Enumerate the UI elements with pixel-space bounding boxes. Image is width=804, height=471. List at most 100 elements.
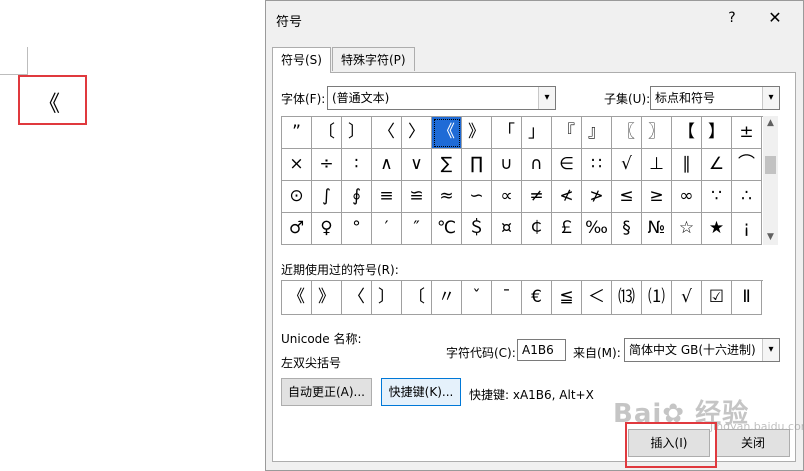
symbol-cell[interactable]: ∫ bbox=[312, 181, 342, 213]
symbol-cell[interactable]: 〖 bbox=[612, 117, 642, 149]
symbol-cell[interactable]: 》 bbox=[462, 117, 492, 149]
symbol-cell[interactable]: 〉 bbox=[402, 117, 432, 149]
subset-select[interactable]: 标点和符号 ▾ bbox=[650, 86, 780, 110]
symbol-grid-row: ” 〔〕〈〉《》「」『』〖〗【】 ± bbox=[282, 117, 763, 149]
symbol-cell[interactable]: ” bbox=[282, 117, 312, 149]
recent-symbol-cell[interactable]: 《 bbox=[282, 281, 312, 315]
symbol-cell[interactable]: ♀ bbox=[312, 213, 342, 245]
symbol-cell[interactable]: ≠ bbox=[522, 181, 552, 213]
symbol-cell[interactable]: ‰ bbox=[582, 213, 612, 245]
symbol-cell[interactable]: 〔 bbox=[312, 117, 342, 149]
recent-symbol-cell[interactable]: ≦ bbox=[552, 281, 582, 315]
close-icon[interactable]: ✕ bbox=[764, 7, 786, 29]
symbol-cell-selected[interactable]: 《 bbox=[432, 117, 462, 149]
symbol-cell[interactable]: ∏ bbox=[462, 149, 492, 181]
recent-symbol-cell[interactable]: ⒀ bbox=[612, 281, 642, 315]
scroll-down-icon[interactable]: ▼ bbox=[763, 230, 778, 245]
symbol-cell[interactable]: 『 bbox=[552, 117, 582, 149]
symbol-cell[interactable]: ≥ bbox=[642, 181, 672, 213]
recent-symbol-cell[interactable]: 〔 bbox=[402, 281, 432, 315]
symbol-cell[interactable]: ∷ bbox=[582, 149, 612, 181]
symbol-cell[interactable]: ∴ bbox=[732, 181, 762, 213]
symbol-cell[interactable]: 』 bbox=[582, 117, 612, 149]
symbol-cell[interactable]: ℃ bbox=[432, 213, 462, 245]
symbol-cell[interactable]: ∞ bbox=[672, 181, 702, 213]
tab-symbols[interactable]: 符号(S) bbox=[272, 47, 331, 73]
recent-symbol-cell[interactable]: 〈 bbox=[342, 281, 372, 315]
scroll-thumb[interactable] bbox=[765, 156, 776, 174]
symbol-cell[interactable]: ∮ bbox=[342, 181, 372, 213]
recent-symbol-cell[interactable]: € bbox=[522, 281, 552, 315]
shortcut-key-button[interactable]: 快捷键(K)... bbox=[381, 378, 461, 406]
symbol-cell[interactable]: ° bbox=[342, 213, 372, 245]
symbol-cell[interactable]: ￠ bbox=[522, 213, 552, 245]
symbol-cell[interactable]: 【 bbox=[672, 117, 702, 149]
symbol-cell[interactable]: ¡ bbox=[732, 213, 762, 245]
recent-symbol-cell[interactable]: ＜ bbox=[582, 281, 612, 315]
scroll-up-icon[interactable]: ▲ bbox=[763, 116, 778, 131]
symbol-cell[interactable]: √ bbox=[612, 149, 642, 181]
symbol-cell[interactable]: ∈ bbox=[552, 149, 582, 181]
recent-symbol-cell[interactable]: ˇ bbox=[462, 281, 492, 315]
symbol-cell[interactable]: 〕 bbox=[342, 117, 372, 149]
grid-scrollbar[interactable]: ▲ ▼ bbox=[763, 116, 778, 245]
tab-special-characters[interactable]: 特殊字符(P) bbox=[332, 47, 415, 71]
symbol-cell[interactable]: ≡ bbox=[372, 181, 402, 213]
autocorrect-button[interactable]: 自动更正(A)... bbox=[281, 378, 372, 406]
recent-symbol-cell[interactable]: √ bbox=[672, 281, 702, 315]
font-select[interactable]: (普通文本) ▾ bbox=[327, 86, 556, 110]
symbol-cell[interactable]: 】 bbox=[702, 117, 732, 149]
symbol-cell[interactable]: × bbox=[282, 149, 312, 181]
symbol-cell[interactable]: ¤ bbox=[492, 213, 522, 245]
symbol-cell[interactable]: ≌ bbox=[402, 181, 432, 213]
close-button[interactable]: 关闭 bbox=[716, 429, 790, 457]
symbol-cell[interactable]: ∵ bbox=[702, 181, 732, 213]
symbol-cell[interactable]: ± bbox=[732, 117, 762, 149]
symbol-cell[interactable]: ∥ bbox=[672, 149, 702, 181]
symbol-cell[interactable]: § bbox=[612, 213, 642, 245]
symbol-cell[interactable]: ★ bbox=[702, 213, 732, 245]
symbol-cell[interactable]: ⌒ bbox=[732, 149, 762, 181]
symbol-cell[interactable]: 「 bbox=[492, 117, 522, 149]
document-area[interactable]: 《 bbox=[0, 0, 265, 471]
recent-symbol-cell[interactable]: 〕 bbox=[372, 281, 402, 315]
symbol-cell[interactable]: ∽ bbox=[462, 181, 492, 213]
recent-symbol-cell[interactable]: ⑴ bbox=[642, 281, 672, 315]
symbol-cell[interactable]: ≈ bbox=[432, 181, 462, 213]
symbol-cell[interactable]: ∶ bbox=[342, 149, 372, 181]
symbol-cell[interactable]: ≯ bbox=[582, 181, 612, 213]
symbol-cell[interactable]: ￡ bbox=[552, 213, 582, 245]
symbol-cell[interactable]: ＄ bbox=[462, 213, 492, 245]
symbol-cell[interactable]: ∧ bbox=[372, 149, 402, 181]
symbol-cell[interactable]: ÷ bbox=[312, 149, 342, 181]
symbol-cell[interactable]: ∠ bbox=[702, 149, 732, 181]
recent-symbol-cell[interactable]: 》 bbox=[312, 281, 342, 315]
symbol-cell[interactable]: 〗 bbox=[642, 117, 672, 149]
symbol-cell[interactable]: ∨ bbox=[402, 149, 432, 181]
symbol-cell[interactable]: ≤ bbox=[612, 181, 642, 213]
help-icon[interactable]: ? bbox=[721, 7, 743, 29]
symbol-cell[interactable]: ∩ bbox=[522, 149, 552, 181]
symbol-cell[interactable]: 」 bbox=[522, 117, 552, 149]
symbol-cell[interactable]: ≮ bbox=[552, 181, 582, 213]
symbol-grid-row: ⊙ ∫ ∮ ≡ ≌ ≈ ∽ ∝ ≠ ≮ ≯ ≤ ≥ ∞ ∵ ∴ bbox=[282, 181, 763, 213]
recent-symbol-cell[interactable]: ☑ bbox=[702, 281, 732, 315]
symbol-cell[interactable]: 〈 bbox=[372, 117, 402, 149]
symbol-cell[interactable]: ♂ bbox=[282, 213, 312, 245]
recent-symbol-cell[interactable]: ˉ bbox=[492, 281, 522, 315]
from-select[interactable]: 简体中文 GB(十六进制) ▾ bbox=[624, 338, 780, 362]
symbol-cell[interactable]: ∪ bbox=[492, 149, 522, 181]
symbol-cell[interactable]: ∝ bbox=[492, 181, 522, 213]
symbol-cell[interactable]: ⊙ bbox=[282, 181, 312, 213]
charcode-input[interactable]: A1B6 bbox=[517, 339, 566, 361]
recent-symbol-cell[interactable]: 〃 bbox=[432, 281, 462, 315]
symbol-cell[interactable]: ′ bbox=[372, 213, 402, 245]
symbol-cell[interactable]: ☆ bbox=[672, 213, 702, 245]
symbol-cell[interactable]: ∑ bbox=[432, 149, 462, 181]
annotation-box bbox=[18, 75, 87, 125]
symbol-cell[interactable]: ″ bbox=[402, 213, 432, 245]
symbol-cell[interactable]: № bbox=[642, 213, 672, 245]
recent-symbol-cell[interactable]: Ⅱ bbox=[732, 281, 762, 315]
shortcut-text: 快捷键: xA1B6, Alt+X bbox=[469, 388, 594, 402]
symbol-cell[interactable]: ⊥ bbox=[642, 149, 672, 181]
